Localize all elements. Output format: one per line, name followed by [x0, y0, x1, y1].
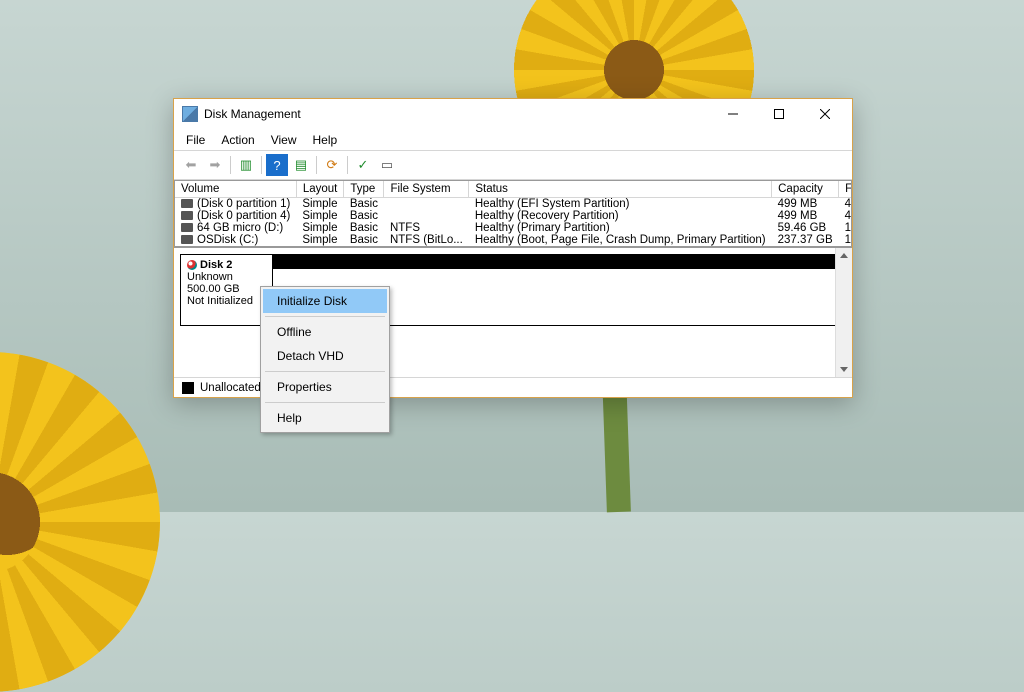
- vertical-scrollbar[interactable]: [835, 248, 852, 377]
- minimize-button[interactable]: [710, 99, 756, 129]
- partition-stripe: [273, 255, 845, 269]
- col-capacity[interactable]: Capacity: [772, 181, 839, 198]
- col-file-system[interactable]: File System: [384, 181, 469, 198]
- wallpaper-flower-bottom: [0, 352, 160, 692]
- menu-help[interactable]: Help: [305, 131, 346, 149]
- context-detach-vhd[interactable]: Detach VHD: [263, 344, 387, 368]
- back-button[interactable]: ⬅: [180, 154, 202, 176]
- menu-file[interactable]: File: [178, 131, 213, 149]
- context-offline[interactable]: Offline: [263, 320, 387, 344]
- forward-button[interactable]: ➡: [204, 154, 226, 176]
- toolbar: ⬅ ➡ ▥ ? ▤ ⟳ ✓ ▭: [174, 151, 852, 180]
- volume-list: Volume Layout Type File System Status Ca…: [174, 180, 852, 247]
- col-layout[interactable]: Layout: [296, 181, 344, 198]
- disk-size: 500.00 GB: [187, 283, 266, 295]
- volume-row[interactable]: (Disk 0 partition 1) Simple Basic Health…: [175, 198, 852, 211]
- show-hide-console-tree-button[interactable]: ▥: [235, 154, 257, 176]
- col-free-space[interactable]: Free Space: [839, 181, 852, 198]
- drive-icon: [181, 235, 193, 244]
- legend-swatch-unallocated: [182, 382, 194, 394]
- col-status[interactable]: Status: [469, 181, 772, 198]
- legend-label-unallocated: Unallocated: [200, 382, 261, 394]
- drive-icon: [181, 211, 193, 220]
- window-title: Disk Management: [204, 107, 301, 121]
- show-hide-action-pane-button[interactable]: ▤: [290, 154, 312, 176]
- disk-status-icon: [187, 260, 197, 270]
- col-type[interactable]: Type: [344, 181, 384, 198]
- context-properties[interactable]: Properties: [263, 375, 387, 399]
- disk-title: Disk 2: [200, 259, 232, 271]
- volume-row[interactable]: 64 GB micro (D:) Simple Basic NTFS Healt…: [175, 222, 852, 234]
- rescan-button[interactable]: ▭: [376, 154, 398, 176]
- app-icon: [182, 106, 198, 122]
- col-volume[interactable]: Volume: [175, 181, 296, 198]
- context-initialize-disk[interactable]: Initialize Disk: [263, 289, 387, 313]
- refresh-button[interactable]: ⟳: [321, 154, 343, 176]
- close-button[interactable]: [802, 99, 848, 129]
- maximize-button[interactable]: [756, 99, 802, 129]
- volume-row[interactable]: OSDisk (C:) Simple Basic NTFS (BitLo... …: [175, 234, 852, 246]
- drive-icon: [181, 199, 193, 208]
- menubar: File Action View Help: [174, 129, 852, 151]
- titlebar[interactable]: Disk Management: [174, 99, 852, 129]
- context-help[interactable]: Help: [263, 406, 387, 430]
- disk-context-menu: Initialize Disk Offline Detach VHD Prope…: [260, 286, 390, 433]
- drive-icon: [181, 223, 193, 232]
- menu-view[interactable]: View: [263, 131, 305, 149]
- toggle-button[interactable]: ✓: [352, 154, 374, 176]
- help-toolbutton[interactable]: ?: [266, 154, 288, 176]
- disk-state: Unknown: [187, 271, 266, 283]
- volume-row[interactable]: (Disk 0 partition 4) Simple Basic Health…: [175, 210, 852, 222]
- menu-action[interactable]: Action: [213, 131, 262, 149]
- disk-init-status: Not Initialized: [187, 295, 266, 307]
